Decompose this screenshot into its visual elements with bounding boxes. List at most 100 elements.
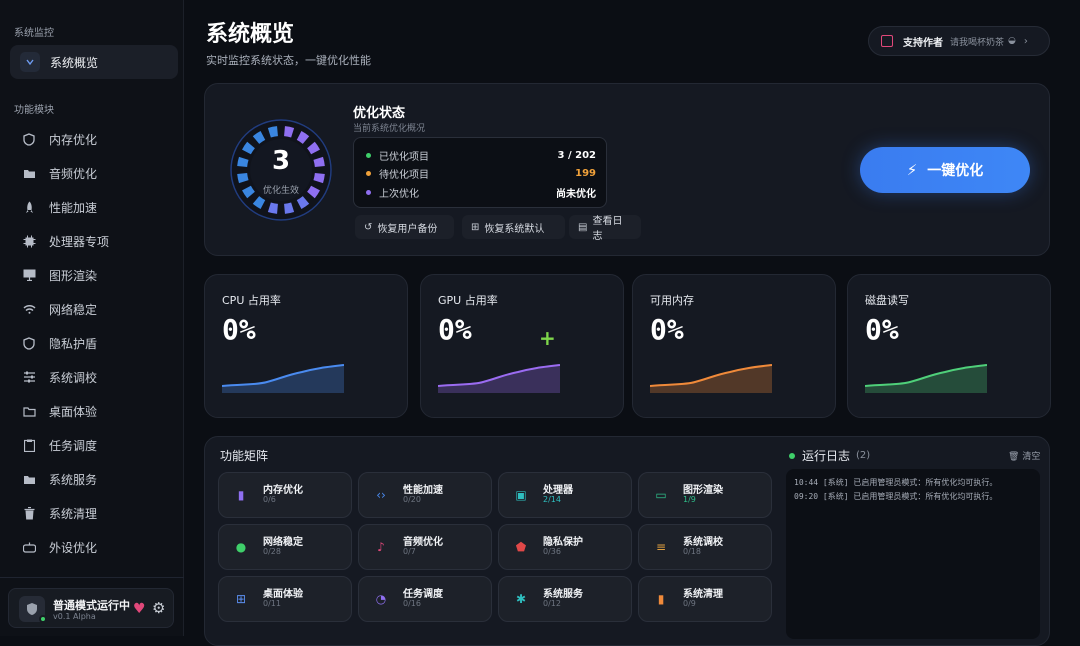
heart-icon[interactable]: ♥	[133, 601, 146, 617]
sidebar-item-performance[interactable]: 性能加速	[0, 190, 184, 224]
sidebar: 系统监控 系统概览 功能模块 内存优化 音频优化 性能加速 处理器专项 图形渲染…	[0, 0, 184, 636]
section-label-monitor: 系统监控	[14, 28, 54, 39]
status-dot	[366, 152, 371, 158]
sidebar-item-peripherals[interactable]: 外设优化	[0, 530, 184, 564]
sidebar-item-overview[interactable]: 系统概览	[10, 45, 178, 79]
metric-label: GPU 占用率	[438, 294, 498, 307]
button-label: 恢复系统默认	[484, 223, 545, 235]
sliders-icon	[22, 370, 36, 384]
sidebar-item-processor[interactable]: 处理器专项	[0, 224, 184, 258]
button-label: 查看日志	[592, 216, 623, 242]
sidebar-item-memory[interactable]: 内存优化	[0, 122, 184, 156]
shield-icon	[22, 132, 36, 146]
section-label-modules: 功能模块	[14, 105, 54, 116]
feature-tile-name: 处理器	[543, 485, 573, 496]
metric-label: CPU 占用率	[222, 294, 281, 307]
page-title: 系统概览	[206, 22, 295, 47]
monitor-icon: ▭	[655, 488, 667, 502]
log-status-dot	[789, 452, 795, 459]
feature-tile[interactable]: ≡ 系统调校 0/18	[638, 524, 772, 570]
feature-tile-name: 图形渲染	[683, 485, 723, 496]
music-note-icon: ♪	[377, 540, 385, 554]
status-row-pending: 待优化项目 199	[366, 165, 596, 181]
folder-icon	[22, 472, 36, 486]
feature-tile[interactable]: ▮ 系统清理 0/9	[638, 576, 772, 622]
sidebar-item-desktop[interactable]: 桌面体验	[0, 394, 184, 428]
sparkline-chart	[222, 364, 344, 393]
feature-tile[interactable]: ⬟ 隐私保护 0/36	[498, 524, 632, 570]
tea-icon: ◒	[1008, 36, 1016, 46]
optimization-status-subtitle: 当前系统优化概况	[353, 124, 426, 134]
grid-icon: ⊞	[235, 592, 247, 606]
metric-card-disk: 磁盘读写 0%	[847, 274, 1051, 418]
sliders-icon: ≡	[655, 540, 667, 554]
sidebar-item-services[interactable]: 系统服务	[0, 462, 184, 496]
sidebar-divider	[0, 577, 184, 578]
one-click-optimize-button[interactable]: ⚡ 一键优化	[860, 147, 1030, 193]
log-output[interactable]: 10:44 [系统] 已启用管理员模式：所有优化均可执行。 09:20 [系统]…	[786, 469, 1040, 639]
feature-tile-count: 0/12	[543, 599, 561, 608]
log-header: 运行日志 (2)	[789, 447, 870, 464]
metric-label: 磁盘读写	[865, 294, 909, 307]
log-line: 09:20 [系统] 已启用管理员模式：所有优化均可执行。	[794, 492, 998, 501]
sidebar-item-cleanup[interactable]: 系统清理	[0, 496, 184, 530]
sidebar-item-label: 系统服务	[49, 472, 98, 487]
restore-user-backup-button[interactable]: ↺ 恢复用户备份	[355, 215, 454, 239]
sidebar-item-label: 外设优化	[49, 540, 98, 555]
support-label: 支持作者	[903, 37, 943, 49]
feature-tile[interactable]: ▭ 图形渲染 1/9	[638, 472, 772, 518]
feature-tile-name: 系统清理	[683, 589, 723, 600]
sparkline-chart	[650, 364, 772, 393]
status-row-value: 尚未优化	[556, 188, 596, 200]
overview-icon	[20, 52, 40, 72]
shield-icon: ⬟	[515, 540, 527, 554]
sparkline-area	[650, 365, 772, 393]
clear-log-button[interactable]: 🗑 清空	[1008, 449, 1040, 462]
log-count: (2)	[856, 450, 871, 461]
feature-tile[interactable]: ▣ 处理器 2/14	[498, 472, 632, 518]
feature-tile-name: 任务调度	[403, 589, 443, 600]
feature-tile-name: 隐私保护	[543, 537, 583, 548]
feature-tile-name: 内存优化	[263, 485, 303, 496]
metric-value: 0%	[650, 313, 684, 346]
bar-chart-icon: ▮	[237, 488, 245, 502]
optimization-status-title: 优化状态	[353, 106, 406, 121]
gamepad-icon	[22, 540, 36, 554]
feature-tile[interactable]: ▮ 内存优化 0/6	[218, 472, 352, 518]
support-author-button[interactable]: 支持作者 请我喝杯奶茶 ◒ ›	[868, 26, 1050, 56]
feature-tile[interactable]: ◔ 任务调度 0/16	[358, 576, 492, 622]
sidebar-item-privacy[interactable]: 隐私护盾	[0, 326, 184, 360]
shield-icon	[22, 336, 36, 350]
metric-card-gpu: GPU 占用率 0%	[420, 274, 624, 418]
sidebar-item-graphics[interactable]: 图形渲染	[0, 258, 184, 292]
status-row-last: 上次优化 尚未优化	[366, 184, 596, 200]
gear-icon: ✱	[515, 592, 527, 606]
log-line: 10:44 [系统] 已启用管理员模式：所有优化均可执行。	[794, 478, 998, 487]
feature-tile[interactable]: ♪ 音频优化 0/7	[358, 524, 492, 570]
sidebar-item-tuning[interactable]: 系统调校	[0, 360, 184, 394]
restore-system-default-button[interactable]: ⊞ 恢复系统默认	[462, 215, 565, 239]
feature-tile[interactable]: ● 网络稳定 0/28	[218, 524, 352, 570]
sidebar-item-network[interactable]: 网络稳定	[0, 292, 184, 326]
page-subtitle: 实时监控系统状态，一键优化性能	[206, 54, 371, 67]
optimization-count-label: 优化生效	[262, 186, 299, 196]
sidebar-item-tasks[interactable]: 任务调度	[0, 428, 184, 462]
view-log-button[interactable]: ▤ 查看日志	[569, 215, 641, 242]
status-row-value: 199	[575, 167, 596, 179]
sidebar-item-label: 系统调校	[49, 370, 98, 385]
monitor-icon	[22, 268, 36, 282]
metric-value: 0%	[438, 313, 472, 346]
sidebar-item-audio[interactable]: 音频优化	[0, 156, 184, 190]
gear-icon[interactable]: ⚙	[152, 599, 165, 617]
feature-tile-count: 0/28	[263, 547, 281, 556]
status-title: 普通模式运行中	[53, 599, 130, 612]
feature-tile[interactable]: ✱ 系统服务 0/12	[498, 576, 632, 622]
windows-icon: ⊞	[471, 221, 480, 233]
feature-tile-count: 0/36	[543, 547, 561, 556]
feature-tile-count: 0/6	[263, 495, 276, 504]
feature-tile[interactable]: ‹› 性能加速 0/20	[358, 472, 492, 518]
sidebar-item-label: 性能加速	[49, 200, 98, 215]
feature-tile[interactable]: ⊞ 桌面体验 0/11	[218, 576, 352, 622]
sidebar-item-label: 系统概览	[50, 55, 99, 70]
rocket-icon	[22, 200, 36, 214]
